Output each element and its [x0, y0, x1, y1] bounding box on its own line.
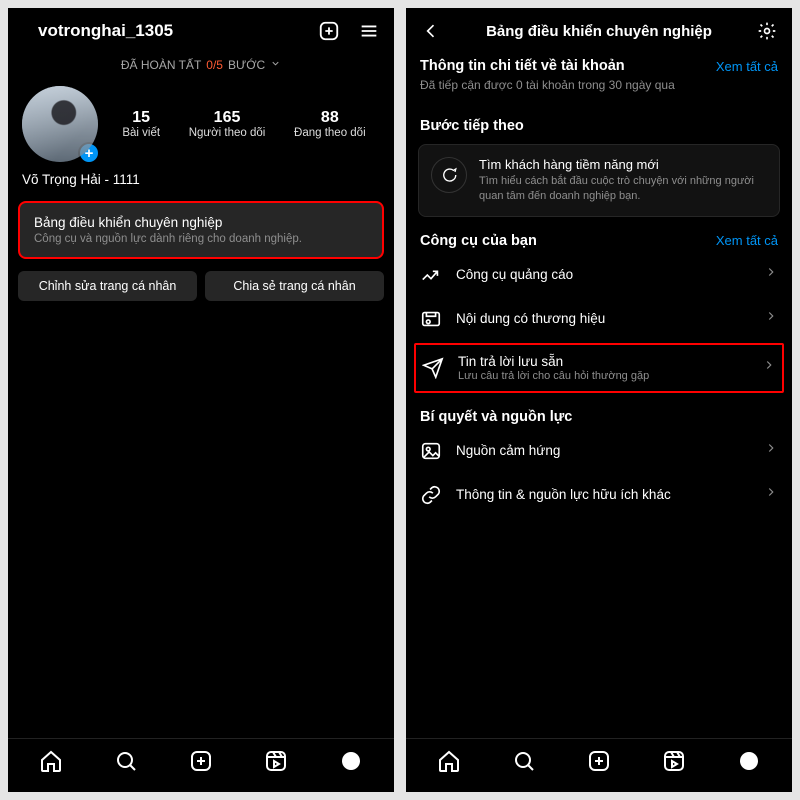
reach-text: Đã tiếp cận được 0 tài khoản trong 30 ng…	[406, 78, 792, 104]
pro-dashboard-card[interactable]: Bảng điều khiển chuyên nghiệp Công cụ và…	[18, 201, 384, 259]
chevron-down-icon	[177, 21, 189, 41]
tab-bar	[406, 738, 792, 792]
back-button[interactable]	[418, 18, 444, 44]
completed-label: ĐÃ HOÀN TẤT	[121, 58, 201, 72]
item-title: Thông tin & nguồn lực hữu ích khác	[456, 487, 750, 502]
stat-following[interactable]: 88 Đang theo dõi	[294, 109, 366, 139]
home-tab[interactable]	[437, 749, 461, 778]
card-title: Bảng điều khiển chuyên nghiệp	[34, 215, 368, 230]
share-profile-button[interactable]: Chia sẻ trang cá nhân	[205, 271, 384, 301]
create-tab[interactable]	[587, 749, 611, 778]
create-button[interactable]	[316, 18, 342, 44]
completion-banner[interactable]: ĐÃ HOÀN TẤT 0/5 BƯỚC	[8, 50, 394, 86]
tool-ads[interactable]: Công cụ quảng cáo	[406, 253, 792, 297]
profile-screen: votronghai_1305 ĐÃ HOÀN TẤT 0/5 BƯỚC + 1…	[8, 8, 394, 792]
next-step-card[interactable]: Tìm khách hàng tiềm năng mới Tìm hiểu cá…	[418, 144, 780, 217]
step-word: BƯỚC	[228, 58, 265, 72]
item-title: Công cụ quảng cáo	[456, 267, 750, 282]
chevron-right-icon	[764, 441, 778, 460]
chevron-right-icon	[764, 265, 778, 284]
stat-label: Bài viết	[122, 127, 160, 139]
item-title: Tin trả lời lưu sẵn	[458, 354, 748, 369]
search-tab[interactable]	[512, 749, 536, 778]
search-tab[interactable]	[114, 749, 138, 778]
edit-profile-button[interactable]: Chỉnh sửa trang cá nhân	[18, 271, 197, 301]
tips-header: Bí quyết và nguồn lực	[406, 395, 792, 429]
home-tab[interactable]	[39, 749, 63, 778]
avatar[interactable]: +	[22, 86, 98, 162]
info-header-text: Thông tin chi tiết về tài khoản	[420, 58, 625, 74]
stat-followers[interactable]: 165 Người theo dõi	[189, 109, 266, 139]
next-step-header: Bước tiếp theo	[406, 104, 792, 138]
stat-posts[interactable]: 15 Bài viết	[122, 109, 160, 139]
see-all-tools-link[interactable]: Xem tất cả	[716, 233, 778, 248]
stats: 15 Bài viết 165 Người theo dõi 88 Đang t…	[108, 109, 380, 139]
send-icon	[422, 357, 444, 379]
screen-title: Bảng điều khiển chuyên nghiệp	[444, 23, 754, 40]
link-icon	[420, 484, 442, 506]
image-icon	[420, 440, 442, 462]
trend-icon	[420, 264, 442, 286]
card-subtitle: Công cụ và nguồn lực dành riêng cho doan…	[34, 233, 368, 245]
settings-icon[interactable]	[754, 18, 780, 44]
reels-tab[interactable]	[662, 749, 686, 778]
stat-label: Người theo dõi	[189, 127, 266, 139]
tip-resources[interactable]: Thông tin & nguồn lực hữu ích khác	[406, 473, 792, 517]
reels-tab[interactable]	[264, 749, 288, 778]
hamburger-menu-icon[interactable]	[356, 18, 382, 44]
username-text: votronghai_1305	[38, 21, 173, 41]
stat-num: 15	[122, 109, 160, 127]
stat-label: Đang theo dõi	[294, 127, 366, 139]
profile-topbar: votronghai_1305	[8, 8, 394, 50]
chevron-down-icon	[270, 58, 281, 72]
step-subtitle: Tìm hiểu cách bắt đầu cuộc trò chuyện vớ…	[479, 174, 767, 204]
chat-icon	[431, 157, 467, 193]
account-info-header: Thông tin chi tiết về tài khoản Xem tất …	[406, 52, 792, 78]
create-tab[interactable]	[189, 749, 213, 778]
profile-tab[interactable]	[339, 749, 363, 778]
item-title: Nguồn cảm hứng	[456, 443, 750, 458]
tool-saved-replies[interactable]: Tin trả lời lưu sẵn Lưu câu trả lời cho …	[414, 343, 784, 393]
tools-header: Công cụ của bạn	[420, 233, 537, 249]
see-all-link[interactable]: Xem tất cả	[716, 59, 778, 74]
chevron-right-icon	[762, 358, 776, 377]
profile-tab[interactable]	[737, 749, 761, 778]
dashboard-topbar: Bảng điều khiển chuyên nghiệp	[406, 8, 792, 52]
username-dropdown[interactable]: votronghai_1305	[20, 21, 189, 41]
item-subtitle: Lưu câu trả lời cho câu hỏi thường gặp	[458, 370, 748, 382]
tab-bar	[8, 738, 394, 792]
branded-icon	[420, 308, 442, 330]
display-name: Võ Trọng Hải - 1111	[8, 172, 394, 195]
item-title: Nội dung có thương hiệu	[456, 311, 750, 326]
stat-num: 165	[189, 109, 266, 127]
profile-row: + 15 Bài viết 165 Người theo dõi 88 Đang…	[8, 86, 394, 172]
completion-progress: 0/5	[206, 58, 223, 72]
tip-inspiration[interactable]: Nguồn cảm hứng	[406, 429, 792, 473]
tools-header-row: Công cụ của bạn Xem tất cả	[406, 227, 792, 253]
chevron-right-icon	[764, 309, 778, 328]
dashboard-screen: Bảng điều khiển chuyên nghiệp Thông tin …	[406, 8, 792, 792]
stat-num: 88	[294, 109, 366, 127]
tool-branded-content[interactable]: Nội dung có thương hiệu	[406, 297, 792, 341]
profile-action-row: Chỉnh sửa trang cá nhân Chia sẻ trang cá…	[8, 271, 394, 309]
chevron-right-icon	[764, 485, 778, 504]
lock-icon	[20, 21, 34, 41]
add-story-badge[interactable]: +	[78, 142, 100, 164]
step-title: Tìm khách hàng tiềm năng mới	[479, 157, 767, 172]
